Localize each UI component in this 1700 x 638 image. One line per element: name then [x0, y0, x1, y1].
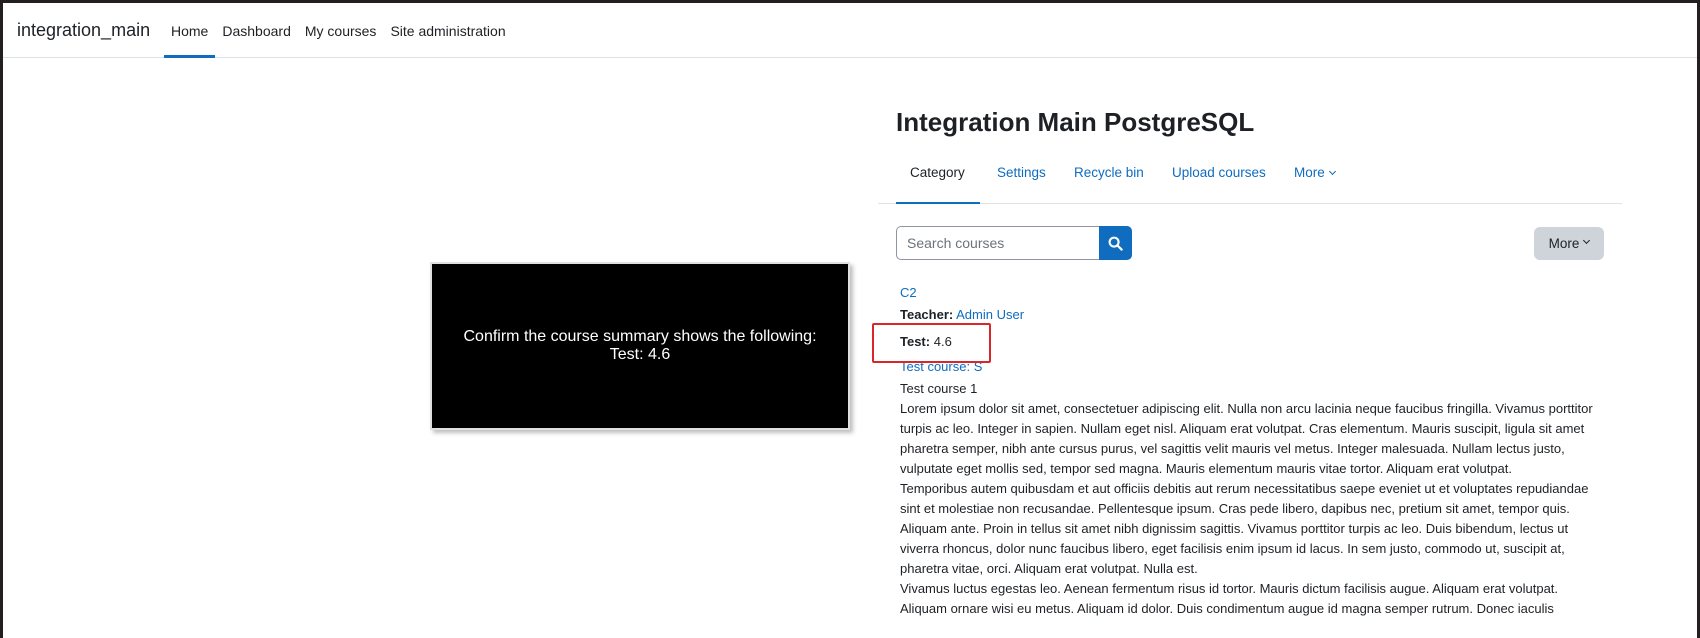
page-title: Integration Main PostgreSQL — [896, 107, 1255, 137]
primary-navigation: Home Dashboard My courses Site administr… — [164, 3, 513, 58]
chevron-down-icon — [1328, 167, 1336, 176]
top-navbar: integration_main Home Dashboard My cours… — [3, 3, 1697, 58]
tab-more-label: More — [1294, 165, 1325, 180]
search-button[interactable] — [1099, 226, 1132, 260]
nav-site-administration[interactable]: Site administration — [383, 3, 512, 58]
summary-paragraph: Lorem ipsum dolor sit amet, consectetuer… — [900, 401, 1593, 476]
course-search — [896, 226, 1132, 260]
search-input[interactable] — [896, 226, 1099, 260]
more-actions-button[interactable]: More — [1534, 227, 1604, 260]
overlay-line-1: Confirm the course summary shows the fol… — [463, 328, 817, 345]
tab-upload-courses[interactable]: Upload courses — [1172, 156, 1266, 204]
browser-viewport: integration_main Home Dashboard My cours… — [3, 3, 1697, 638]
nav-my-courses[interactable]: My courses — [298, 3, 384, 58]
tab-category[interactable]: Category — [896, 156, 980, 204]
tab-more[interactable]: More — [1294, 156, 1336, 204]
chevron-down-icon — [1583, 236, 1591, 245]
summary-paragraph: Temporibus autem quibusdam et aut offici… — [900, 481, 1589, 576]
highlight-box — [872, 323, 991, 363]
nav-home[interactable]: Home — [164, 3, 216, 58]
site-brand[interactable]: integration_main — [17, 20, 150, 41]
tab-recycle-bin[interactable]: Recycle bin — [1074, 156, 1144, 204]
course-link-test-course[interactable]: Test course: S — [900, 357, 1600, 379]
search-icon — [1108, 236, 1123, 251]
custom-field-test: Test: 4.6 — [900, 329, 1600, 357]
more-actions-label: More — [1548, 236, 1580, 251]
teacher-label: Teacher: — [900, 307, 954, 322]
teacher-link[interactable]: Admin User — [956, 307, 1024, 322]
summary-paragraph: Vivamus luctus egestas leo. Aenean ferme… — [900, 581, 1559, 616]
course-link-c2[interactable]: C2 — [900, 283, 1600, 305]
overlay-line-2: Test: 4.6 — [609, 346, 671, 363]
tab-settings[interactable]: Settings — [997, 156, 1046, 204]
secondary-navigation: Category Settings Recycle bin Upload cou… — [878, 156, 1622, 204]
instruction-overlay: Confirm the course summary shows the fol… — [430, 262, 850, 430]
course-name: Test course 1 — [900, 381, 978, 396]
teacher-line: Teacher: Admin User — [900, 305, 1600, 327]
course-listing: C2 Teacher: Admin User Test: 4.6 Test co… — [900, 283, 1600, 619]
nav-dashboard[interactable]: Dashboard — [215, 3, 298, 58]
